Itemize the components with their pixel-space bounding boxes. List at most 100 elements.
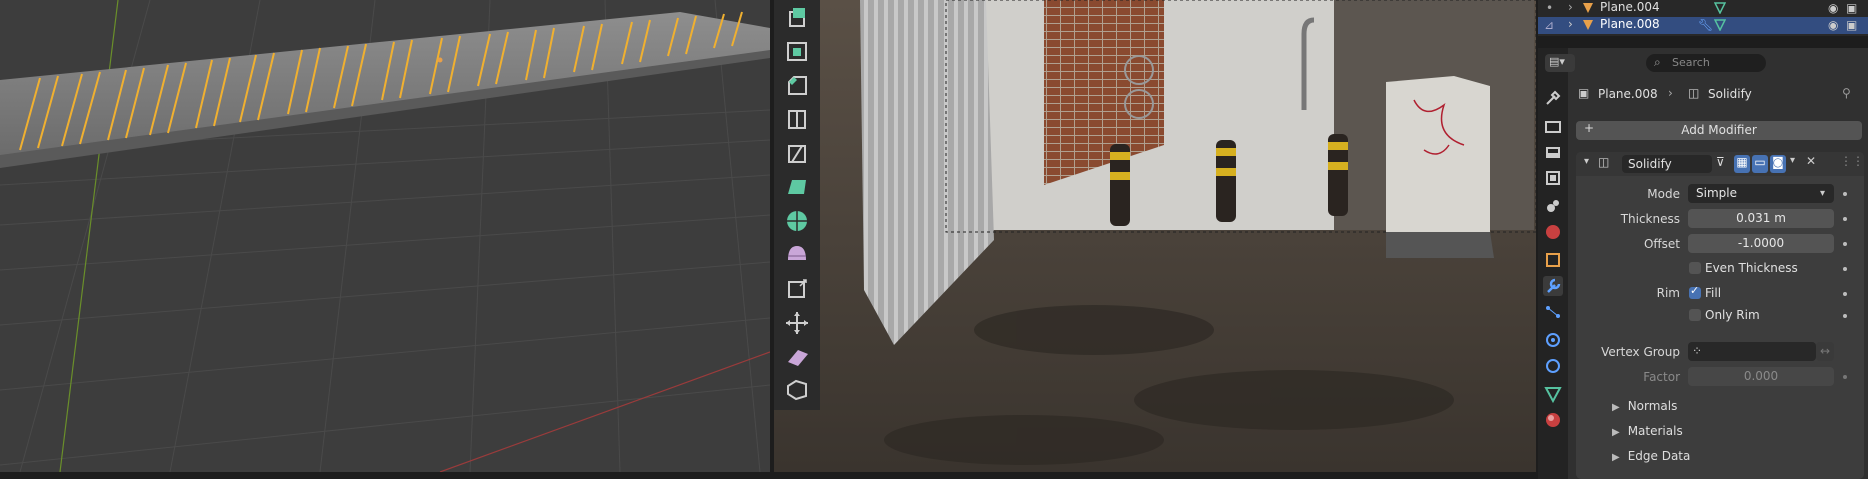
chevron-down-icon[interactable]: ▾ <box>1584 156 1589 167</box>
only-rim-checkbox[interactable] <box>1689 309 1701 321</box>
properties-editor-icon: ▤▾ <box>1549 55 1565 68</box>
factor-field[interactable]: 0.000 <box>1688 367 1834 386</box>
data-icon[interactable] <box>1543 384 1563 404</box>
outliner-row[interactable]: • › Plane.004 ◉ ▣ <box>1538 0 1868 17</box>
object-icon[interactable] <box>1543 250 1563 270</box>
camera-render-icon[interactable]: ▣ <box>1846 18 1857 32</box>
mesh-data-icon <box>1713 19 1727 34</box>
invert-vertex-group-icon[interactable]: ↔ <box>1816 342 1834 361</box>
mode-label: Mode <box>1647 187 1680 201</box>
pin-icon[interactable]: ⚲ <box>1842 86 1851 100</box>
subpanel-materials[interactable]: ▶ Materials <box>1612 424 1683 438</box>
edit-mode-toggle-icon[interactable]: ⊽ <box>1716 155 1732 173</box>
viewport-edit-mode[interactable] <box>0 0 770 472</box>
chevron-right-icon: › <box>1668 86 1673 100</box>
shrink-fatten-icon[interactable] <box>782 274 812 304</box>
outliner-name: Plane.008 <box>1600 17 1660 31</box>
keyframe-dot[interactable] <box>1843 192 1847 196</box>
wrench-icon: 🔧︎ <box>1698 18 1714 32</box>
even-thickness-checkbox[interactable] <box>1689 262 1701 274</box>
view-layer-icon[interactable] <box>1543 168 1563 188</box>
keyframe-dot[interactable] <box>1843 217 1847 221</box>
outliner-name: Plane.004 <box>1600 0 1660 14</box>
thickness-field[interactable]: 0.031 m <box>1688 209 1834 228</box>
search-field[interactable]: ⌕ Search <box>1646 54 1766 72</box>
vertex-group-field[interactable]: ⁘ <box>1688 342 1816 361</box>
modifier-name-field[interactable]: Solidify <box>1622 155 1712 173</box>
subpanel-normals[interactable]: ▶ Normals <box>1612 399 1677 413</box>
spin-icon[interactable] <box>782 206 812 236</box>
search-icon: ⌕ <box>1654 55 1661 69</box>
chevron-right-icon[interactable]: › <box>1568 17 1573 31</box>
loop-cut-icon[interactable] <box>782 104 812 134</box>
keyframe-dot[interactable] <box>1843 267 1847 271</box>
shear-icon[interactable] <box>782 342 812 372</box>
status-bar <box>0 472 1536 479</box>
knife-icon[interactable] <box>782 138 812 168</box>
mesh-data-icon <box>1713 2 1727 17</box>
eye-visibility-icon[interactable]: ◉ <box>1828 18 1838 32</box>
vertex-group-label: Vertex Group <box>1601 345 1680 359</box>
subpanel-label: Edge Data <box>1627 449 1691 463</box>
modifier-icon: ◫ <box>1688 86 1700 100</box>
poly-build-icon[interactable] <box>782 172 812 202</box>
hierarchy-icon: ⊿ <box>1544 18 1555 32</box>
outliner-row-selected[interactable]: ⊿ › Plane.008 🔧︎ ◉ ▣ <box>1538 17 1868 34</box>
chevron-right-icon[interactable]: › <box>1568 0 1573 14</box>
bevel-icon[interactable] <box>782 70 812 100</box>
material-icon[interactable] <box>1543 410 1563 430</box>
object-square-icon: ▣ <box>1578 86 1590 100</box>
rendered-alley-scene <box>774 0 1536 472</box>
subpanel-edge-data[interactable]: ▶ Edge Data <box>1612 449 1690 463</box>
chevron-right-icon: ▶ <box>1612 402 1620 413</box>
extrude-region-icon[interactable] <box>782 2 812 32</box>
tool-icon[interactable] <box>1543 88 1563 108</box>
only-rim-label: Only Rim <box>1705 308 1760 322</box>
push-pull-icon[interactable] <box>782 308 812 338</box>
viewport-grid-scene <box>0 0 770 472</box>
inset-faces-icon[interactable] <box>782 36 812 66</box>
eye-visibility-icon[interactable]: ◉ <box>1828 1 1838 15</box>
chevron-down-icon: ▾ <box>1820 188 1826 199</box>
vertex-group-icon: ⁘ <box>1692 344 1703 358</box>
chevron-right-icon: ▶ <box>1612 452 1620 463</box>
modifier-name: Solidify <box>1628 157 1672 171</box>
factor-label: Factor <box>1643 370 1680 384</box>
subpanel-label: Normals <box>1627 399 1678 413</box>
keyframe-dot[interactable] <box>1843 242 1847 246</box>
breadcrumb-object: Plane.008 <box>1598 87 1658 101</box>
toolbar-edit-tools <box>774 0 820 410</box>
thickness-label: Thickness <box>1620 212 1680 226</box>
object-icon <box>1582 19 1594 31</box>
outliner: • › Plane.004 ◉ ▣ ⊿ › Plane.008 🔧︎ ◉ ▣ <box>1538 0 1868 36</box>
drag-handle-icon[interactable]: ⋮⋮ <box>1840 154 1864 168</box>
keyframe-dot[interactable] <box>1843 375 1847 379</box>
render-camera-icon[interactable]: ◙ <box>1770 155 1786 173</box>
rim-label: Rim <box>1656 286 1680 300</box>
modifier-header: ▾ ◫ Solidify ⊽ ▦ ▭ ◙ ▾ ✕ ⋮⋮ <box>1576 152 1864 176</box>
particles-icon[interactable] <box>1543 302 1563 322</box>
realtime-display-icon[interactable]: ▭ <box>1752 155 1768 173</box>
mode-dropdown[interactable]: Simple ▾ <box>1688 184 1834 203</box>
camera-render-icon[interactable]: ▣ <box>1846 1 1857 15</box>
output-icon[interactable] <box>1543 142 1563 162</box>
offset-label: Offset <box>1643 237 1680 251</box>
close-icon[interactable]: ✕ <box>1806 154 1816 168</box>
add-modifier-button[interactable]: + Add Modifier <box>1576 121 1862 140</box>
smooth-icon[interactable] <box>782 240 812 270</box>
subpanel-label: Materials <box>1627 424 1683 438</box>
rip-region-icon[interactable] <box>782 374 812 404</box>
even-thickness-label: Even Thickness <box>1705 261 1798 275</box>
render-icon[interactable] <box>1543 116 1563 136</box>
on-cage-toggle-icon[interactable]: ▦ <box>1734 155 1750 173</box>
add-modifier-label: Add Modifier <box>1681 123 1757 137</box>
dropdown-arrow-icon[interactable]: ▾ <box>1790 155 1795 166</box>
editor-type-dropdown[interactable]: ▤▾ <box>1545 54 1575 72</box>
keyframe-dot[interactable] <box>1843 292 1847 296</box>
chevron-right-icon: ▶ <box>1612 427 1620 438</box>
keyframe-dot[interactable] <box>1843 314 1847 318</box>
viewport-rendered[interactable] <box>774 0 1536 472</box>
fill-checkbox[interactable]: ✓ <box>1689 284 1701 299</box>
offset-field[interactable]: -1.0000 <box>1688 234 1834 253</box>
fill-label: Fill <box>1705 286 1722 300</box>
